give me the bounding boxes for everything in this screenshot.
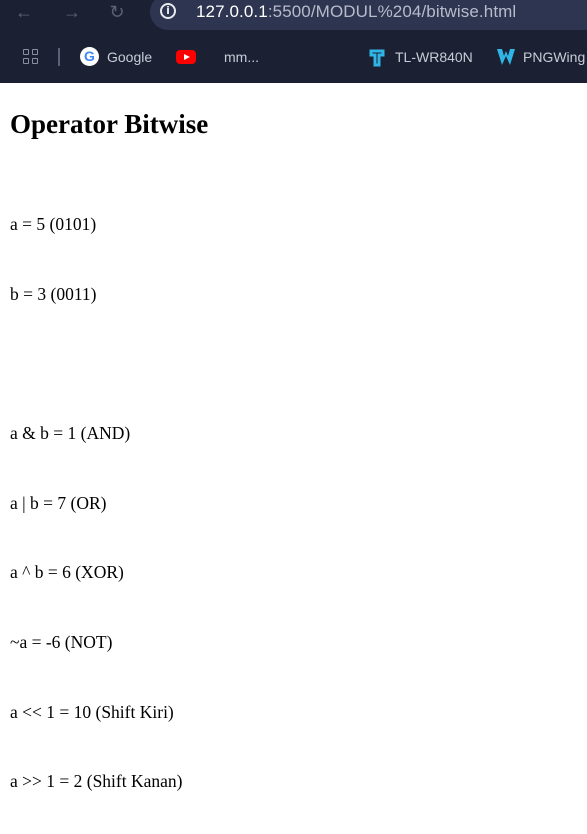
back-arrow-icon: ← [15,2,33,22]
line-shift-right: a >> 1 = 2 (Shift Kanan) [10,771,183,792]
bookmarks-separator [58,48,60,66]
browser-toolbar: ← → ↻ i 127.0.0.1:5500/MODUL%204/bitwise… [0,0,587,30]
page-title: Operator Bitwise [10,109,209,139]
address-bar[interactable]: i 127.0.0.1:5500/MODUL%204/bitwise.html [150,0,587,30]
line-or: a | b = 7 (OR) [10,492,107,513]
line-a-value: a = 5 (0101) [10,214,97,235]
apps-grid-icon[interactable] [23,49,40,66]
tplink-icon[interactable] [367,47,387,67]
bookmark-google[interactable]: Google [107,46,152,68]
page-content: Operator Bitwise a = 5 (0101) b = 3 (001… [0,83,587,791]
google-icon[interactable]: G [80,47,99,66]
output-lines: a = 5 (0101) b = 3 (0011) a & b = 1 (AND… [10,167,183,834]
line-and: a & b = 1 (AND) [10,423,131,444]
bookmarks-bar: G Google mm... TL-WR840N PNGWing [0,38,587,76]
forward-arrow-icon: → [63,2,81,22]
line-blank [10,353,183,376]
back-button[interactable]: ← [12,0,36,24]
line-b-value: b = 3 (0011) [10,284,97,304]
url-text[interactable]: 127.0.0.1:5500/MODUL%204/bitwise.html [196,2,516,22]
info-icon[interactable]: i [160,3,176,19]
pngwing-icon[interactable] [496,48,516,66]
reload-button[interactable]: ↻ [105,0,129,24]
line-xor: a ^ b = 6 (XOR) [10,562,124,583]
bookmark-pngwing[interactable]: PNGWing [523,46,585,68]
forward-button[interactable]: → [60,0,84,24]
url-path: :5500/MODUL%204/bitwise.html [267,2,517,21]
line-shift-left: a << 1 = 10 (Shift Kiri) [10,701,174,722]
youtube-icon[interactable] [176,50,196,64]
bookmark-mm[interactable]: mm... [224,46,259,68]
browser-chrome: ← → ↻ i 127.0.0.1:5500/MODUL%204/bitwise… [0,0,587,83]
url-host: 127.0.0.1 [196,2,268,21]
reload-icon: ↻ [109,2,125,22]
bookmark-tl-wr840n[interactable]: TL-WR840N [395,46,473,68]
line-not: ~a = -6 (NOT) [10,631,113,652]
